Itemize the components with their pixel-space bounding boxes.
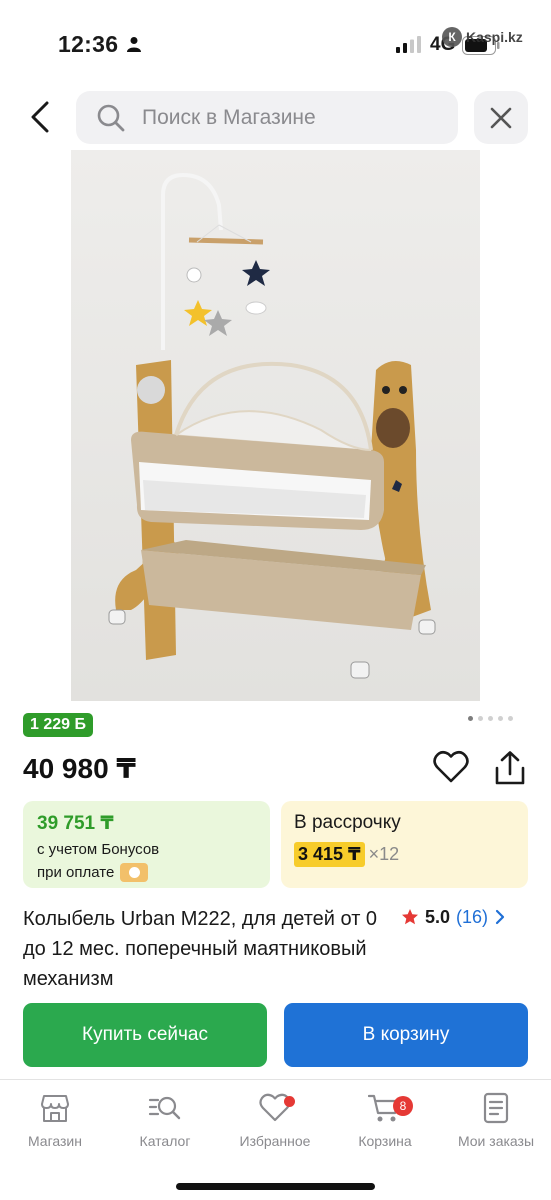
share-icon [495, 751, 525, 785]
carousel-dot[interactable] [508, 716, 513, 721]
home-indicator [176, 1183, 375, 1190]
tab-label: Мои заказы [457, 1133, 535, 1149]
heart-icon [433, 750, 469, 783]
status-bar: 12:36 4G К Kaspi.kz [0, 0, 551, 82]
person-icon [127, 37, 141, 52]
watermark-text: Kaspi.kz [466, 29, 523, 45]
catalog-icon [148, 1096, 181, 1120]
favorite-button[interactable] [433, 750, 469, 784]
star-icon [402, 909, 418, 925]
carousel-dot[interactable] [478, 716, 483, 721]
product-image[interactable] [71, 150, 480, 701]
signal-icon [396, 36, 421, 53]
tab-label: Избранное [239, 1133, 311, 1149]
bonus-price: 39 751 ₸ [37, 813, 114, 834]
back-arrow-icon [31, 101, 49, 133]
tab-bar: Магазин Каталог Избранное 8 Корзина Мои … [0, 1079, 551, 1200]
carousel-dot[interactable] [498, 716, 503, 721]
search-input[interactable] [142, 105, 432, 130]
crib-illustration [71, 150, 480, 701]
tab-favorites[interactable]: Избранное [220, 1092, 330, 1149]
carousel-dot-active[interactable] [468, 716, 473, 721]
tab-orders[interactable]: Мои заказы [441, 1092, 551, 1149]
orders-icon [483, 1092, 509, 1124]
back-button[interactable] [18, 95, 62, 139]
cart-badge: 8 [393, 1096, 413, 1116]
favorites-dot [284, 1096, 295, 1107]
close-icon [490, 107, 512, 128]
reviews-count[interactable]: (16) [456, 907, 488, 928]
add-to-cart-button[interactable]: В корзину [284, 1003, 528, 1067]
buy-now-button[interactable]: Купить сейчас [23, 1003, 267, 1067]
kaspi-logo-icon: К [442, 27, 462, 47]
installment-card[interactable]: В рассрочку 3 415 ₸ ×12 [281, 801, 528, 888]
tab-store[interactable]: Магазин [0, 1092, 110, 1149]
tab-cart[interactable]: 8 Корзина [330, 1092, 440, 1149]
status-time: 12:36 [58, 31, 119, 57]
tab-label: Корзина [358, 1133, 412, 1149]
share-button[interactable] [492, 750, 528, 786]
installment-multiplier: ×12 [368, 844, 400, 864]
product-title: Колыбель Urban M222, для детей от 0 до 1… [23, 908, 378, 990]
search-box[interactable] [76, 91, 458, 144]
product-price: 40 980 ₸ [23, 753, 136, 784]
tab-label: Каталог [139, 1133, 191, 1149]
carousel-dot[interactable] [488, 716, 493, 721]
rating-value: 5.0 [425, 906, 451, 927]
installment-title: В рассрочку [294, 812, 401, 833]
search-icon [97, 104, 125, 131]
bonus-badge: 1 229 Б [23, 713, 93, 737]
bonus-line-2: при оплате [37, 863, 256, 882]
close-button[interactable] [474, 91, 528, 144]
rating-link[interactable]: 5.0 (16) [401, 904, 506, 930]
chevron-right-icon [495, 909, 505, 925]
watermark: К Kaspi.kz [442, 26, 523, 48]
bonus-line-2-text: при оплате [37, 864, 115, 881]
bonus-line: с учетом Бонусов [37, 841, 160, 858]
installment-row: 3 415 ₸ ×12 [294, 842, 515, 867]
tab-label: Магазин [27, 1133, 82, 1149]
bonus-offer-card[interactable]: 39 751 ₸ с учетом Бонусов при оплате [23, 801, 270, 888]
store-icon [41, 1095, 69, 1122]
carousel-dots [468, 716, 513, 721]
tab-catalog[interactable]: Каталог [110, 1092, 220, 1149]
installment-amount: 3 415 ₸ [294, 842, 365, 867]
kaspi-pay-icon [120, 863, 149, 882]
